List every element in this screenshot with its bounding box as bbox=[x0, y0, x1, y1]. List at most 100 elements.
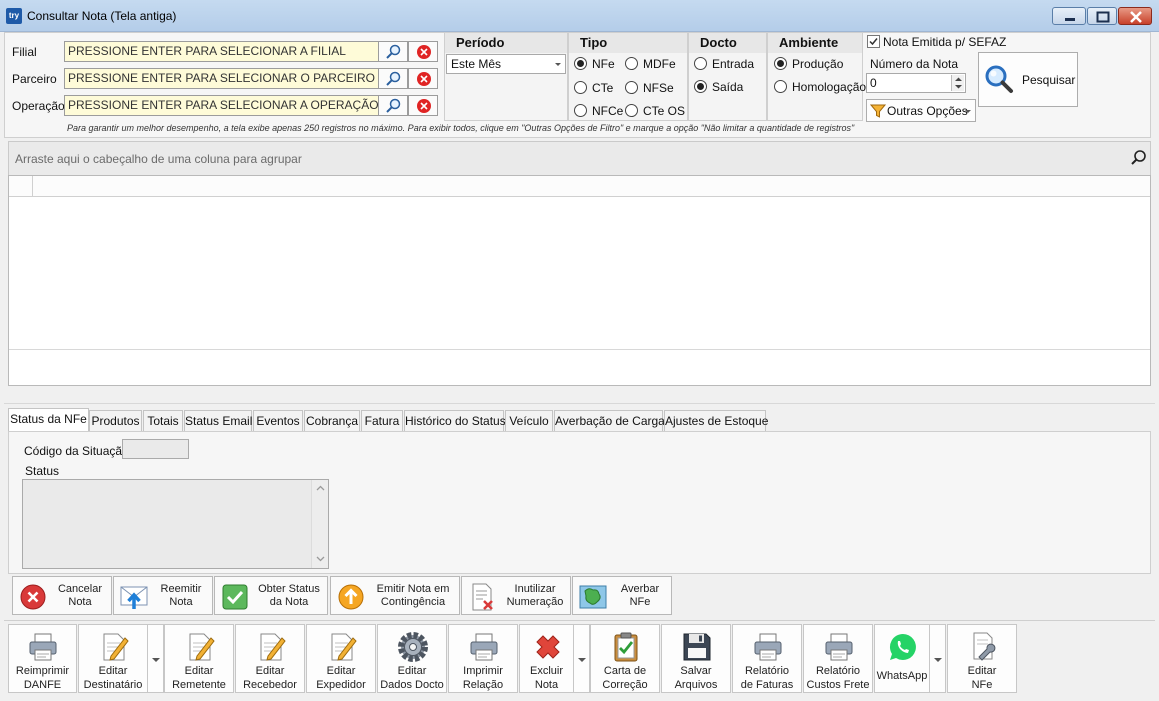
sefaz-checkbox[interactable]: Nota Emitida p/ SEFAZ bbox=[867, 35, 1006, 49]
clipboard-check-icon bbox=[614, 632, 638, 662]
ambiente-radio-producao[interactable]: Produção bbox=[774, 57, 843, 71]
inutilizar-numeracao-button[interactable]: Inutilizar Numeração bbox=[461, 576, 571, 615]
radio-selected-icon bbox=[574, 57, 587, 70]
reimprimir-danfe-button[interactable]: Reimprimir DANFE bbox=[8, 624, 77, 693]
obter-status-button[interactable]: Obter Status da Nota bbox=[214, 576, 328, 615]
tipo-radio-nfe[interactable]: NFe bbox=[574, 57, 615, 71]
performance-note: Para garantir um melhor desempenho, a te… bbox=[67, 123, 855, 133]
docto-radio-entrada[interactable]: Entrada bbox=[694, 57, 754, 71]
tab-averbacao-carga[interactable]: Averbação de Carga bbox=[554, 410, 665, 431]
tab-status-email[interactable]: Status Email bbox=[184, 410, 252, 431]
pesquisar-button[interactable]: Pesquisar bbox=[978, 52, 1078, 107]
editar-recebedor-button[interactable]: Editar Recebedor bbox=[235, 624, 305, 693]
parceiro-label: Parceiro bbox=[12, 72, 57, 86]
operacao-search-button[interactable] bbox=[378, 95, 408, 116]
tab-ajustes-estoque[interactable]: Ajustes de Estoque bbox=[664, 410, 768, 431]
tab-cobranca[interactable]: Cobrança bbox=[304, 410, 360, 431]
map-icon bbox=[579, 585, 607, 609]
whatsapp-icon bbox=[889, 633, 916, 660]
imprimir-relacao-button[interactable]: Imprimir Relação bbox=[448, 624, 518, 693]
delete-x-icon bbox=[536, 635, 560, 659]
magnifier-icon bbox=[386, 71, 401, 86]
status-scrollbar[interactable] bbox=[311, 480, 328, 568]
whatsapp-button[interactable]: WhatsApp bbox=[874, 624, 930, 693]
filial-field[interactable]: PRESSIONE ENTER PARA SELECIONAR A FILIAL bbox=[64, 41, 380, 62]
outras-opcoes-button[interactable]: Outras Opções bbox=[866, 99, 976, 122]
close-icon bbox=[1130, 11, 1142, 23]
emitir-contingencia-button[interactable]: Emitir Nota em Contingência bbox=[330, 576, 460, 615]
spinner-arrows-icon[interactable] bbox=[951, 75, 964, 91]
editar-remetente-button[interactable]: Editar Remetente bbox=[164, 624, 234, 693]
filial-clear-button[interactable] bbox=[408, 41, 438, 62]
minimize-button[interactable] bbox=[1052, 7, 1086, 25]
toolbar-divider bbox=[4, 620, 1155, 621]
excluir-nota-dropdown[interactable] bbox=[574, 624, 590, 693]
results-grid[interactable] bbox=[8, 175, 1151, 386]
tab-status-nfe[interactable]: Status da NFe bbox=[8, 408, 89, 433]
cancelar-nota-button[interactable]: Cancelar Nota bbox=[12, 576, 112, 615]
operacao-label: Operação bbox=[12, 99, 65, 113]
printer-icon bbox=[470, 633, 498, 661]
numero-nota-spinner[interactable]: 0 bbox=[866, 73, 966, 93]
parceiro-field[interactable]: PRESSIONE ENTER PARA SELECIONAR O PARCEI… bbox=[64, 68, 380, 89]
search-magnifier-icon bbox=[985, 65, 1013, 93]
relatorio-faturas-button[interactable]: Relatório de Faturas bbox=[732, 624, 802, 693]
operacao-clear-button[interactable] bbox=[408, 95, 438, 116]
editar-destinatario-dropdown[interactable] bbox=[148, 624, 164, 693]
radio-icon bbox=[574, 81, 587, 94]
periodo-select[interactable]: Este Mês bbox=[446, 54, 566, 74]
edit-document-icon bbox=[189, 633, 215, 661]
whatsapp-dropdown[interactable] bbox=[930, 624, 946, 693]
scroll-down-icon[interactable] bbox=[316, 556, 325, 562]
tipo-radio-mdfe[interactable]: MDFe bbox=[625, 57, 676, 71]
relatorio-custos-frete-button[interactable]: Relatório Custos Frete bbox=[803, 624, 873, 693]
tipo-radio-cte[interactable]: CTe bbox=[574, 81, 613, 95]
filial-label: Filial bbox=[12, 45, 37, 59]
maximize-button[interactable] bbox=[1087, 7, 1117, 25]
reemitir-nota-button[interactable]: Reemitir Nota bbox=[113, 576, 213, 615]
editar-nfe-button[interactable]: Editar NFe bbox=[947, 624, 1017, 693]
filial-search-button[interactable] bbox=[378, 41, 408, 62]
splitter[interactable] bbox=[4, 403, 1155, 404]
grid-search-icon[interactable] bbox=[1130, 149, 1148, 167]
parceiro-clear-button[interactable] bbox=[408, 68, 438, 89]
clear-icon bbox=[417, 72, 431, 86]
grid-indicator-divider bbox=[32, 176, 33, 197]
tipo-radio-nfse[interactable]: NFSe bbox=[625, 81, 674, 95]
chevron-down-icon bbox=[555, 63, 561, 66]
status-textarea[interactable] bbox=[22, 479, 329, 569]
tab-totais[interactable]: Totais bbox=[143, 410, 183, 431]
group-by-panel[interactable]: Arraste aqui o cabeçalho de uma coluna p… bbox=[8, 141, 1151, 176]
operacao-field[interactable]: PRESSIONE ENTER PARA SELECIONAR A OPERAÇ… bbox=[64, 95, 380, 116]
tab-veiculo[interactable]: Veículo bbox=[505, 410, 553, 431]
printer-icon bbox=[754, 633, 782, 661]
scroll-up-icon[interactable] bbox=[316, 485, 325, 491]
tipo-radio-nfce[interactable]: NFCe bbox=[574, 104, 623, 118]
tab-fatura[interactable]: Fatura bbox=[361, 410, 403, 431]
numero-nota-value: 0 bbox=[870, 76, 877, 90]
grid-header-row bbox=[9, 176, 1150, 197]
salvar-arquivos-button[interactable]: Salvar Arquivos bbox=[661, 624, 731, 693]
check-icon bbox=[222, 584, 248, 610]
pesquisar-label: Pesquisar bbox=[1022, 73, 1076, 87]
editar-dados-docto-button[interactable]: Editar Dados Docto bbox=[377, 624, 447, 693]
editar-expedidor-button[interactable]: Editar Expedidor bbox=[306, 624, 376, 693]
carta-correcao-button[interactable]: Carta de Correção bbox=[590, 624, 660, 693]
docto-radio-saida[interactable]: Saída bbox=[694, 80, 743, 94]
radio-icon bbox=[574, 104, 587, 117]
codigo-situacao-field[interactable] bbox=[122, 439, 189, 459]
tab-historico-status[interactable]: Histórico do Status bbox=[404, 410, 506, 431]
averbar-nfe-button[interactable]: Averbar NFe bbox=[572, 576, 672, 615]
ambiente-radio-homologacao[interactable]: Homologação bbox=[774, 80, 866, 94]
tab-eventos[interactable]: Eventos bbox=[253, 410, 303, 431]
editar-destinatario-button[interactable]: Editar Destinatário bbox=[78, 624, 148, 693]
checkbox-checked-icon bbox=[867, 35, 880, 48]
close-window-button[interactable] bbox=[1118, 7, 1152, 25]
upload-arrow-icon bbox=[338, 584, 364, 610]
excluir-nota-button[interactable]: Excluir Nota bbox=[519, 624, 574, 693]
status-label: Status bbox=[25, 464, 60, 478]
tab-produtos[interactable]: Produtos bbox=[89, 410, 142, 431]
parceiro-search-button[interactable] bbox=[378, 68, 408, 89]
tipo-radio-cteos[interactable]: CTe OS bbox=[625, 104, 685, 118]
app-logo-icon: try bbox=[6, 8, 22, 24]
